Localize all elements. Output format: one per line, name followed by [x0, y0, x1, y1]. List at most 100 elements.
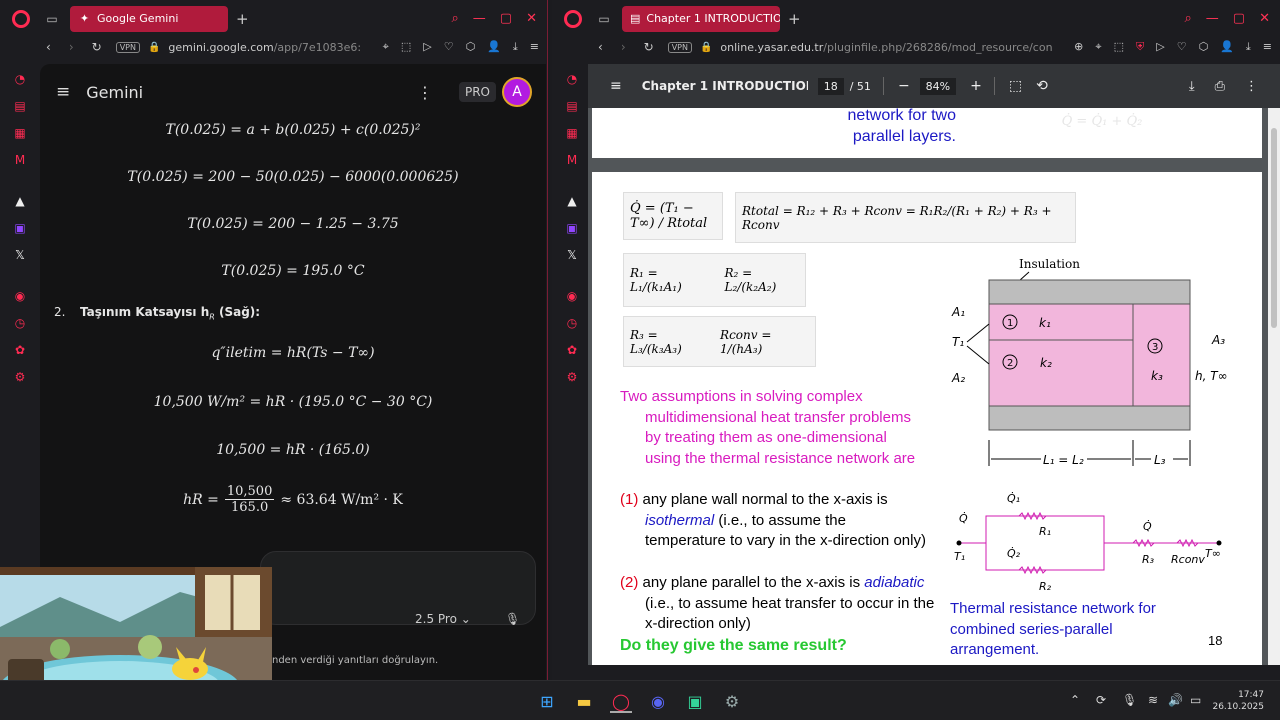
opera-logo-icon[interactable]	[564, 9, 582, 28]
play-icon[interactable]: ▷	[423, 40, 431, 54]
settings-icon[interactable]: ⚙	[564, 369, 580, 385]
reload-icon[interactable]: ↻	[644, 40, 654, 54]
discord-icon[interactable]: ◉	[647, 691, 669, 713]
history-icon[interactable]: ◷	[12, 315, 28, 331]
prompt-input[interactable]	[260, 551, 536, 625]
back-icon[interactable]: ‹	[46, 40, 51, 54]
minimize-icon[interactable]: —	[1206, 11, 1219, 26]
pdf-menu-icon[interactable]: ≡	[610, 78, 622, 94]
fit-page-icon[interactable]: ⬚	[1009, 78, 1022, 94]
forward-icon[interactable]: ›	[69, 40, 74, 54]
close-icon[interactable]: ✕	[1259, 11, 1270, 26]
download-pdf-icon[interactable]: ⤓	[1189, 79, 1195, 94]
zoom-in-icon[interactable]: +	[970, 78, 982, 94]
messenger-icon[interactable]: ▤	[12, 98, 28, 114]
gmail-icon[interactable]: M	[12, 152, 28, 168]
new-tab-button[interactable]: +	[236, 10, 249, 28]
rotate-icon[interactable]: ⟲	[1036, 78, 1048, 94]
settings-icon[interactable]: ⚙	[12, 369, 28, 385]
more-options-icon[interactable]: ⋮	[417, 83, 433, 102]
avatar[interactable]: A	[502, 77, 532, 107]
x-icon[interactable]: 𝕏	[12, 247, 28, 263]
aria-icon[interactable]: ◔	[564, 71, 580, 87]
minimize-icon[interactable]: —	[473, 11, 486, 26]
snapshot-icon[interactable]: ⬚	[401, 40, 411, 54]
profile-icon[interactable]: 👤	[487, 40, 501, 54]
maximize-icon[interactable]: ▢	[500, 11, 512, 26]
heart-icon[interactable]: ♡	[1177, 40, 1187, 54]
scrollbar-thumb[interactable]	[1271, 128, 1277, 328]
player-icon[interactable]: ◉	[12, 288, 28, 304]
vpn-badge[interactable]: VPN	[115, 41, 140, 53]
battery-icon[interactable]: ▭	[1190, 693, 1201, 707]
zoom-level[interactable]: 84%	[919, 77, 957, 95]
system-clock[interactable]: 17:47 26.10.2025	[1212, 689, 1264, 713]
hamburger-menu-icon[interactable]: ≡	[56, 82, 70, 102]
url-field[interactable]: gemini.google.com/app/7e1083e6:	[168, 41, 361, 54]
reload-icon[interactable]: ↻	[92, 40, 102, 54]
pdf-viewport[interactable]: network for two parallel layers. Q̇ = Q̇₁…	[588, 108, 1268, 665]
search-icon[interactable]: ⌕	[1185, 11, 1192, 26]
extensions-icon[interactable]: ⬡	[1199, 40, 1209, 54]
extensions-icon[interactable]: ⬡	[466, 40, 476, 54]
file-explorer-icon[interactable]: ▬	[573, 691, 595, 713]
zoom-out-icon[interactable]: −	[898, 78, 910, 94]
pin-icon[interactable]: ⌖	[1095, 40, 1101, 54]
tab-chapter-1[interactable]: ▤ Chapter 1 INTRODUCTION	[622, 5, 780, 32]
pin-icon[interactable]: ⌖	[383, 40, 389, 54]
x-icon[interactable]: 𝕏	[564, 247, 580, 263]
maximize-icon[interactable]: ▢	[1233, 11, 1245, 26]
wifi-icon[interactable]: ≋	[1148, 693, 1158, 707]
more-icon[interactable]: ⋮	[1245, 79, 1258, 94]
zoom-icon[interactable]: ⊕	[1074, 40, 1083, 54]
print-icon[interactable]: ⎙	[1215, 79, 1225, 94]
extensions-sidebar-icon[interactable]: ✿	[564, 342, 580, 358]
tiktok-icon[interactable]: ▲	[564, 193, 580, 209]
chat-app-icon[interactable]: ▣	[684, 691, 706, 713]
aria-icon[interactable]: ◔	[12, 71, 28, 87]
opera-logo-icon[interactable]	[12, 9, 30, 28]
forward-icon[interactable]: ›	[621, 40, 626, 54]
chat-icon[interactable]: ▦	[564, 125, 580, 141]
profile-icon[interactable]: 👤	[1220, 40, 1234, 54]
chat-icon[interactable]: ▦	[12, 125, 28, 141]
back-icon[interactable]: ‹	[598, 40, 603, 54]
volume-icon[interactable]: 🔊	[1168, 693, 1183, 707]
pro-badge[interactable]: PRO	[458, 82, 496, 102]
search-icon[interactable]: ⌕	[452, 11, 459, 26]
close-icon[interactable]: ✕	[526, 11, 537, 26]
sync-icon[interactable]: ⟳	[1096, 693, 1106, 707]
opera-taskbar-icon[interactable]: ◯	[610, 691, 632, 713]
tiktok-icon[interactable]: ▲	[12, 193, 28, 209]
model-selector[interactable]: 2.5 Pro ⌄	[415, 612, 471, 626]
tab-menu-icon[interactable]: ▭	[596, 12, 612, 26]
player-icon[interactable]: ◉	[564, 288, 580, 304]
adblock-icon[interactable]: ⛨	[1136, 40, 1144, 54]
microphone-icon[interactable]: 🎙	[505, 612, 520, 626]
menu-icon[interactable]: ≡	[1263, 40, 1272, 54]
history-icon[interactable]: ◷	[564, 315, 580, 331]
tray-overflow-icon[interactable]: ⌃	[1070, 693, 1080, 707]
heart-icon[interactable]: ♡	[444, 40, 454, 54]
page-number-input[interactable]: 18	[817, 77, 844, 95]
messenger-icon[interactable]: ▤	[564, 98, 580, 114]
url-field[interactable]: online.yasar.edu.tr/pluginfile.php/26828…	[720, 41, 1052, 54]
extensions-sidebar-icon[interactable]: ✿	[12, 342, 28, 358]
settings-taskbar-icon[interactable]: ⚙	[721, 691, 743, 713]
download-icon[interactable]: ⤓	[1246, 40, 1251, 54]
twitch-icon[interactable]: ▣	[564, 220, 580, 236]
start-menu-icon[interactable]: ⊞	[536, 691, 558, 713]
new-tab-button[interactable]: +	[788, 10, 801, 28]
gmail-icon[interactable]: M	[564, 152, 580, 168]
snapshot-icon[interactable]: ⬚	[1114, 40, 1124, 54]
tab-menu-icon[interactable]: ▭	[44, 12, 60, 26]
twitch-icon[interactable]: ▣	[12, 220, 28, 236]
microphone-tray-icon[interactable]: 🎙	[1122, 693, 1137, 707]
label-insulation: Insulation	[1019, 257, 1080, 271]
tab-google-gemini[interactable]: ✦ Google Gemini	[70, 5, 228, 32]
play-icon[interactable]: ▷	[1156, 40, 1164, 54]
menu-icon[interactable]: ≡	[530, 40, 539, 54]
download-icon[interactable]: ⤓	[513, 40, 518, 54]
vpn-badge[interactable]: VPN	[667, 41, 692, 53]
pdf-scrollbar[interactable]	[1268, 108, 1280, 665]
